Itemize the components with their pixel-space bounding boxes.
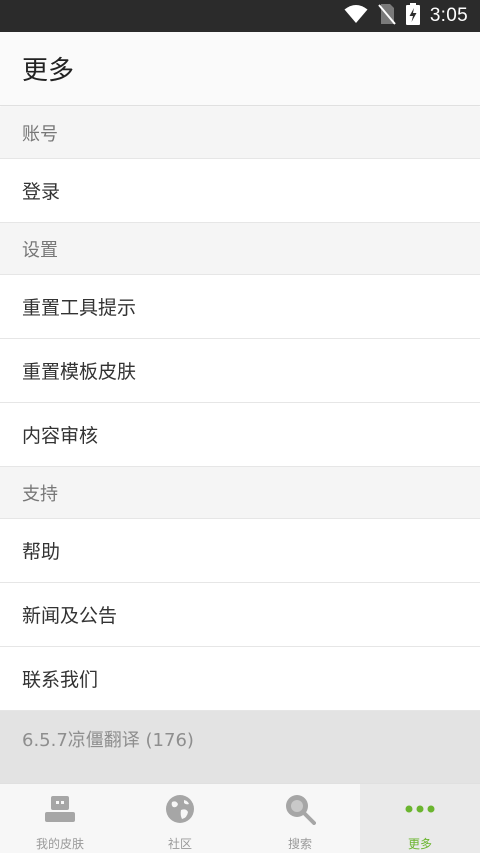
section-header-support: 支持	[0, 467, 480, 519]
status-bar: 3:05	[0, 0, 480, 32]
reset-template-skins-item[interactable]: 重置模板皮肤	[0, 339, 480, 403]
app-bar: 更多	[0, 32, 480, 106]
tab-search[interactable]: 搜索	[240, 784, 360, 853]
section-header-account: 账号	[0, 107, 480, 159]
tab-community[interactable]: 社区	[120, 784, 240, 853]
more-dots-icon	[403, 792, 437, 826]
reset-tooltips-item[interactable]: 重置工具提示	[0, 275, 480, 339]
tab-more[interactable]: 更多	[360, 784, 480, 853]
tab-label: 更多	[407, 837, 432, 851]
battery-charging-icon	[405, 3, 420, 29]
contact-us-item[interactable]: 联系我们	[0, 647, 480, 711]
help-item[interactable]: 帮助	[0, 519, 480, 583]
tab-label: 社区	[167, 837, 192, 851]
settings-list: 账号 登录 设置 重置工具提示 重置模板皮肤 内容审核 支持 帮助 新闻及公告 …	[0, 107, 480, 711]
skin-icon	[43, 792, 77, 826]
no-sim-icon	[378, 3, 396, 29]
content-moderation-item[interactable]: 内容审核	[0, 403, 480, 467]
wifi-icon	[344, 4, 368, 28]
tab-label: 搜索	[287, 837, 312, 851]
login-item[interactable]: 登录	[0, 159, 480, 223]
version-label: 6.5.7凉僵翻译 (176)	[0, 711, 480, 783]
globe-icon	[163, 792, 197, 826]
status-icons: 3:05	[344, 0, 468, 32]
section-header-settings: 设置	[0, 223, 480, 275]
tab-my-skins[interactable]: 我的皮肤	[0, 784, 120, 853]
bottom-nav: 我的皮肤 社区 搜索 更多	[0, 783, 480, 853]
clock: 3:05	[429, 5, 468, 26]
search-icon	[283, 792, 317, 826]
news-announcements-item[interactable]: 新闻及公告	[0, 583, 480, 647]
tab-label: 我的皮肤	[35, 837, 84, 851]
page-title: 更多	[22, 56, 75, 86]
